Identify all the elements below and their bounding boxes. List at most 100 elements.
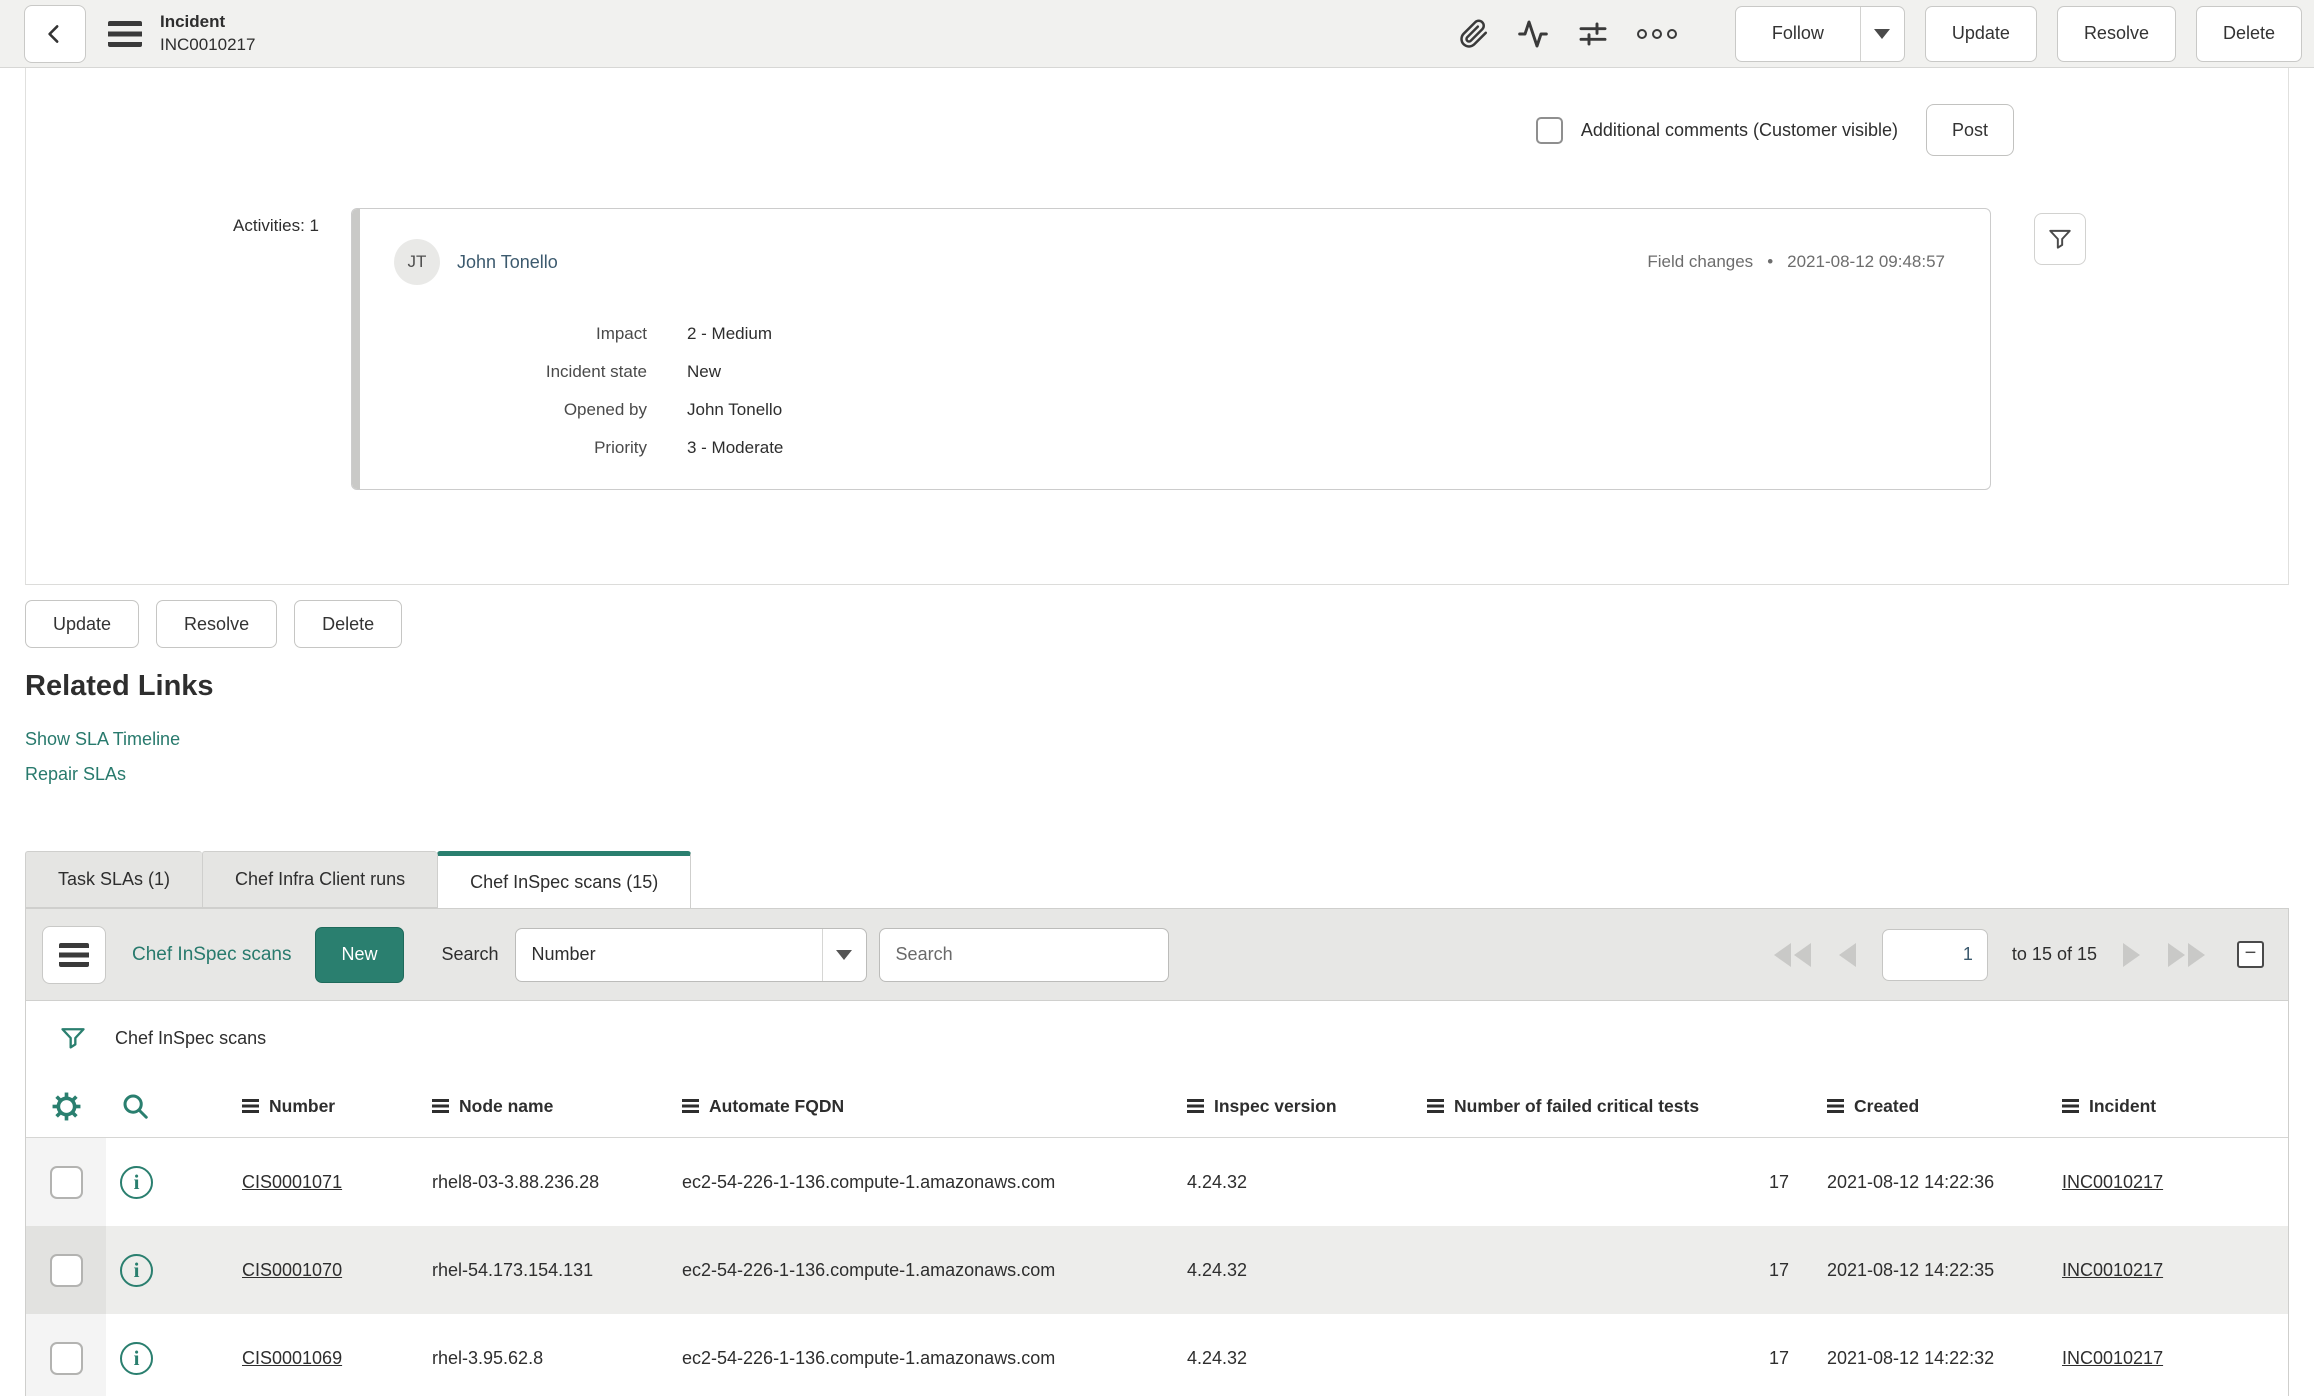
- more-options-button[interactable]: [1636, 28, 1677, 39]
- scan-number-link[interactable]: CIS0001069: [242, 1348, 342, 1368]
- field-label: Opened by: [563, 400, 647, 419]
- activity-event-type: Field changes: [1647, 252, 1754, 271]
- column-label: Number: [269, 1095, 336, 1116]
- field-label: Incident state: [545, 362, 647, 381]
- cell-number: CIS0001070: [218, 1260, 408, 1281]
- follow-split-button: Follow: [1734, 5, 1905, 62]
- double-triangle-left-icon: [1773, 942, 1791, 967]
- cell-inspec-version: 4.24.32: [1187, 1347, 1248, 1368]
- activity-timestamp: 2021-08-12 09:48:57: [1787, 252, 1945, 271]
- customer-visible-label: Additional comments (Customer visible): [1580, 119, 1898, 140]
- cell-node-name: rhel-54.173.154.131: [432, 1259, 594, 1280]
- related-lists-tabs: Task SLAs (1) Chef Infra Client runs Che…: [25, 851, 692, 909]
- incident-link[interactable]: INC0010217: [2062, 1348, 2163, 1368]
- breadcrumb-filter-text[interactable]: Chef InSpec scans: [115, 1028, 266, 1049]
- column-header-incident[interactable]: Incident: [2038, 1096, 2288, 1117]
- personalize-list-button[interactable]: [26, 1091, 106, 1122]
- activity-filter-button[interactable]: [2034, 213, 2086, 265]
- list-menu-button[interactable]: [42, 925, 106, 984]
- column-header-node-name[interactable]: Node name: [408, 1096, 658, 1117]
- delete-button-header[interactable]: Delete: [2195, 5, 2302, 62]
- last-page-button[interactable]: [2166, 941, 2207, 969]
- info-icon[interactable]: i: [120, 1253, 153, 1287]
- tab-chef-inspec-scans[interactable]: Chef InSpec scans (15): [437, 851, 692, 909]
- list-toolbar: Chef InSpec scans New Search Number to 1…: [26, 909, 2288, 1001]
- incident-link[interactable]: INC0010217: [2062, 1172, 2163, 1192]
- pagination-range: to 15 of 15: [2011, 944, 2097, 964]
- cell-node-name: rhel-3.95.62.8: [432, 1347, 544, 1368]
- column-menu-icon: [2062, 1099, 2079, 1113]
- field-changes-list: Impact 2 - Medium Incident state New Ope…: [352, 315, 1990, 467]
- column-header-failed-critical-tests[interactable]: Number of failed critical tests: [1403, 1096, 1803, 1117]
- select-caret-box: [821, 928, 866, 981]
- cell-incident: INC0010217: [2038, 1260, 2288, 1281]
- customer-visible-checkbox[interactable]: [1535, 116, 1563, 144]
- cell-number: CIS0001069: [218, 1348, 408, 1369]
- column-header-automate-fqdn[interactable]: Automate FQDN: [658, 1096, 1163, 1117]
- breadcrumb-funnel-icon[interactable]: [59, 1024, 87, 1052]
- cell-failed-critical-tests: 17: [1768, 1171, 1789, 1192]
- attachment-button[interactable]: [1459, 19, 1489, 49]
- update-button-header[interactable]: Update: [1924, 5, 2037, 62]
- search-field-value: Number: [531, 944, 596, 964]
- cell-created: 2021-08-12 14:22:36: [1827, 1171, 1995, 1192]
- column-search-button[interactable]: [106, 1091, 218, 1121]
- incident-link[interactable]: INC0010217: [2062, 1260, 2163, 1280]
- activity-author[interactable]: John Tonello: [457, 252, 558, 273]
- related-links-section: Related Links Show SLA Timeline Repair S…: [25, 670, 214, 785]
- column-menu-icon: [1827, 1099, 1844, 1113]
- post-button[interactable]: Post: [1926, 104, 2014, 156]
- row-checkbox[interactable]: [49, 1253, 83, 1287]
- delete-button[interactable]: Delete: [294, 600, 403, 648]
- column-menu-icon: [1187, 1099, 1204, 1113]
- activity-stripe: [352, 209, 360, 489]
- list-controls-button[interactable]: [1577, 18, 1609, 50]
- table-row: i CIS0001070 rhel-54.173.154.131 ec2-54-…: [26, 1226, 2288, 1314]
- activities-count-label: Activities: 1: [233, 216, 319, 235]
- column-label: Automate FQDN: [709, 1095, 845, 1116]
- search-field-select[interactable]: Number: [514, 927, 867, 982]
- repair-slas-link[interactable]: Repair SLAs: [25, 764, 214, 785]
- previous-page-button[interactable]: [1837, 941, 1858, 969]
- info-icon[interactable]: i: [120, 1341, 153, 1375]
- tab-chef-infra-client-runs[interactable]: Chef Infra Client runs: [202, 851, 438, 908]
- scan-number-link[interactable]: CIS0001070: [242, 1260, 342, 1280]
- field-label: Impact: [595, 324, 647, 343]
- row-checkbox[interactable]: [49, 1341, 83, 1375]
- next-page-button[interactable]: [2121, 941, 2142, 969]
- more-options-icon: [1636, 28, 1677, 39]
- context-menu-icon[interactable]: [108, 20, 142, 47]
- column-header-created[interactable]: Created: [1803, 1096, 2038, 1117]
- first-page-button[interactable]: [1772, 941, 1813, 969]
- tab-task-slas[interactable]: Task SLAs (1): [25, 851, 203, 908]
- back-button[interactable]: [24, 4, 86, 63]
- activity-stream-button[interactable]: [1517, 18, 1549, 50]
- activity-entry-card: JT John Tonello Field changes • 2021-08-…: [351, 208, 1991, 490]
- cell-created: 2021-08-12 14:22:32: [1827, 1347, 1995, 1368]
- table-row: i CIS0001071 rhel8-03-3.88.236.28 ec2-54…: [26, 1138, 2288, 1226]
- cell-number: CIS0001071: [218, 1172, 408, 1193]
- resolve-button[interactable]: Resolve: [156, 600, 278, 648]
- collapse-list-button[interactable]: −: [2237, 941, 2264, 968]
- incident-header: Incident INC0010217 Follow Update Resolv…: [0, 0, 2314, 68]
- field-value: New: [687, 362, 722, 381]
- sliders-icon: [1577, 18, 1609, 50]
- column-header-inspec-version[interactable]: Inspec version: [1163, 1096, 1403, 1117]
- triangle-left-icon: [1838, 942, 1856, 967]
- scan-number-link[interactable]: CIS0001071: [242, 1172, 342, 1192]
- cell-incident: INC0010217: [2038, 1172, 2288, 1193]
- info-icon[interactable]: i: [120, 1165, 153, 1199]
- page-number-input[interactable]: [1881, 928, 1988, 981]
- column-header-number[interactable]: Number: [218, 1096, 408, 1117]
- resolve-button-header[interactable]: Resolve: [2056, 5, 2176, 62]
- follow-button[interactable]: Follow: [1736, 7, 1860, 61]
- follow-caret-button[interactable]: [1859, 6, 1904, 61]
- new-record-button[interactable]: New: [315, 926, 404, 983]
- chef-inspec-scans-list: Chef InSpec scans New Search Number to 1…: [25, 908, 2289, 1396]
- field-change-row: Opened by John Tonello: [352, 391, 1990, 429]
- row-checkbox[interactable]: [49, 1165, 83, 1199]
- list-search-input[interactable]: [878, 927, 1169, 982]
- update-button[interactable]: Update: [25, 600, 140, 648]
- show-sla-timeline-link[interactable]: Show SLA Timeline: [25, 729, 214, 750]
- row-info-cell: i: [106, 1341, 218, 1375]
